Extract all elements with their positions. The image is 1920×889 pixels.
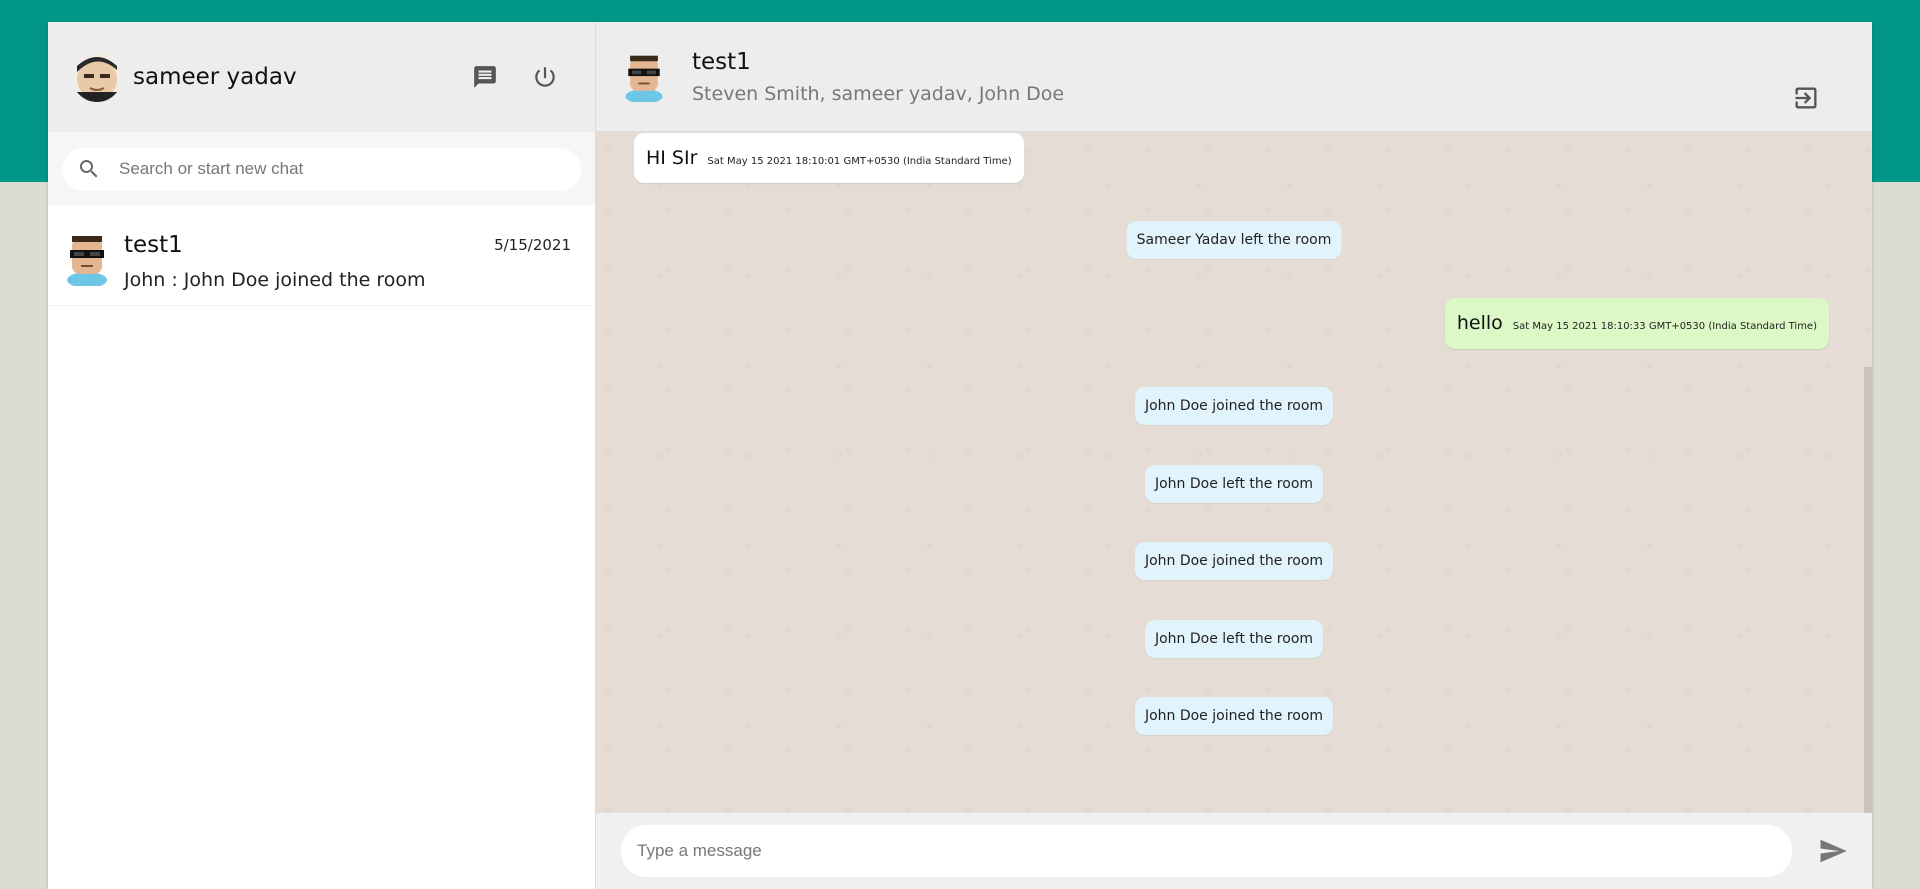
room-info: test1 Steven Smith, sameer yadav, John D…: [692, 49, 1064, 105]
sidebar-actions: [471, 63, 559, 91]
system-notice: John Doe joined the room: [1134, 697, 1334, 735]
chat-body: test1 5/15/2021 John : John Doe joined t…: [124, 218, 583, 305]
system-notice: John Doe joined the room: [1134, 542, 1334, 580]
system-notice: John Doe left the room: [1144, 620, 1324, 658]
messages-area[interactable]: HI SIr Sat May 15 2021 18:10:01 GMT+0530 …: [596, 132, 1872, 813]
search-icon: [80, 160, 98, 178]
message-incoming: HI SIr Sat May 15 2021 18:10:01 GMT+0530 …: [634, 133, 1024, 183]
chat-main: test1 Steven Smith, sameer yadav, John D…: [596, 22, 1872, 889]
search-box: [62, 147, 581, 191]
message-outgoing: hello Sat May 15 2021 18:10:33 GMT+0530 (…: [1444, 298, 1829, 349]
chat-icon: [474, 66, 496, 88]
message-input[interactable]: [621, 825, 1792, 877]
system-notice: John Doe joined the room: [1134, 387, 1334, 425]
send-icon: [1820, 839, 1847, 863]
message-timestamp: Sat May 15 2021 18:10:33 GMT+0530 (India…: [1512, 321, 1817, 332]
system-notice: Sameer Yadav left the room: [1126, 221, 1342, 259]
user-avatar[interactable]: [72, 52, 122, 102]
search-input[interactable]: [117, 158, 561, 180]
exit-room-button[interactable]: [1792, 84, 1820, 112]
chat-name: test1: [124, 232, 183, 258]
room-header: test1 Steven Smith, sameer yadav, John D…: [596, 22, 1872, 132]
chat-app: sameer yadav Search or start new chat te…: [48, 22, 1872, 889]
chat-date: 5/15/2021: [494, 236, 571, 254]
username: sameer yadav: [133, 64, 297, 90]
logout-button[interactable]: [531, 63, 559, 91]
search-bar: [48, 132, 595, 206]
chat-list-item[interactable]: test1 5/15/2021 John : John Doe joined t…: [48, 206, 595, 306]
exit-icon: [1795, 87, 1817, 109]
system-notice: John Doe left the room: [1144, 465, 1324, 503]
message-composer: [596, 813, 1872, 889]
chat-top-row: test1 5/15/2021: [124, 232, 583, 258]
chat-preview: John : John Doe joined the room: [124, 269, 426, 291]
message-text: hello: [1456, 312, 1503, 334]
sidebar-header: sameer yadav: [48, 22, 595, 132]
messages-scrollbar[interactable]: [1864, 367, 1872, 813]
chat-avatar: [64, 232, 110, 288]
sidebar: sameer yadav Search or start new chat te…: [48, 22, 596, 889]
room-members: Steven Smith, sameer yadav, John Doe: [692, 82, 1065, 105]
room-name: test1: [692, 48, 751, 75]
message-text: HI SIr: [646, 147, 698, 169]
message-timestamp: Sat May 15 2021 18:10:01 GMT+0530 (India…: [707, 156, 1012, 167]
new-chat-button[interactable]: [471, 63, 499, 91]
power-icon: [535, 67, 555, 87]
room-avatar[interactable]: [622, 52, 666, 104]
send-button[interactable]: [1818, 836, 1848, 866]
